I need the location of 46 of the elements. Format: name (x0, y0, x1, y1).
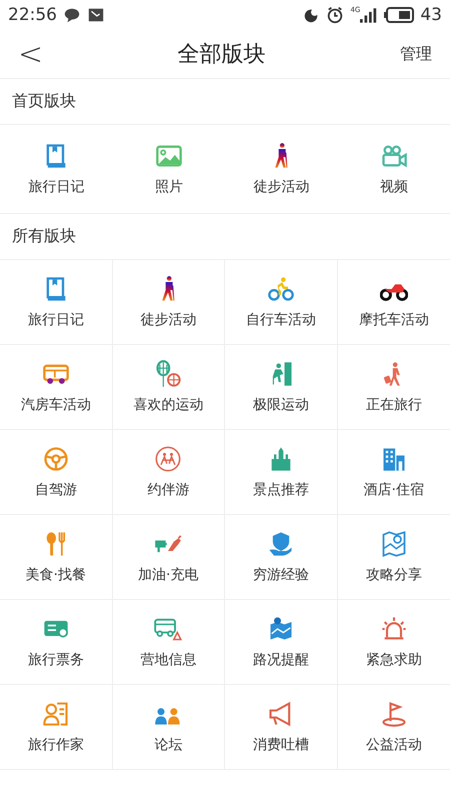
board-item[interactable]: 汽房车活动 (0, 345, 112, 430)
board-item[interactable]: 旅行作家 (0, 685, 112, 770)
racket-ball-icon (154, 360, 182, 388)
board-item[interactable]: 自驾游 (0, 430, 112, 515)
board-item[interactable]: 摩托车活动 (338, 260, 450, 345)
page-title: 全部版块 (178, 41, 266, 69)
back-button[interactable]: < (14, 36, 48, 72)
steering-wheel-icon (42, 445, 70, 473)
board-item[interactable]: 极限运动 (225, 345, 338, 430)
board-item[interactable]: 旅行票务 (0, 600, 112, 685)
board-item[interactable]: 穷游经验 (225, 515, 338, 600)
board-item[interactable]: 紧急求助 (338, 600, 450, 685)
chat-bubble-icon (63, 6, 81, 24)
flag-icon (380, 700, 408, 728)
cyclist-icon (266, 275, 295, 303)
board-item[interactable]: 照片 (112, 125, 225, 213)
manage-button[interactable]: 管理 (396, 40, 436, 68)
board-item[interactable]: 自行车活动 (225, 260, 338, 345)
map-pin-icon (380, 530, 408, 558)
person-list-icon (42, 700, 70, 728)
board-item[interactable]: 消费吐槽 (225, 685, 338, 770)
board-item[interactable]: 喜欢的运动 (112, 345, 225, 430)
board-item[interactable]: 路况提醒 (225, 600, 338, 685)
board-item[interactable]: 攻略分享 (338, 515, 450, 600)
board-item[interactable]: 正在旅行 (338, 345, 450, 430)
board-item[interactable]: 徒步活动 (225, 125, 338, 213)
board-item[interactable]: 美食·找餐 (0, 515, 112, 600)
section-title: 首页版块 (0, 79, 450, 125)
walking-people-icon (154, 445, 182, 473)
board-item[interactable]: 视频 (338, 125, 450, 213)
board-item[interactable]: 营地信息 (112, 600, 225, 685)
board-item[interactable]: 旅行日记 (0, 260, 112, 345)
board-item[interactable]: 旅行日记 (0, 125, 112, 213)
battery-level: 43 (420, 5, 442, 25)
board-item[interactable]: 公益活动 (338, 685, 450, 770)
board-item[interactable]: 酒店·住宿 (338, 430, 450, 515)
board-item[interactable]: 景点推荐 (225, 430, 338, 515)
board-item[interactable]: 加油·充电 (112, 515, 225, 600)
alarm-icon (326, 6, 344, 24)
signal-icon (360, 8, 378, 22)
section-title: 所有版块 (0, 214, 450, 260)
board-item[interactable]: 论坛 (112, 685, 225, 770)
board-item[interactable]: 徒步活动 (112, 260, 225, 345)
status-time: 22:56 (8, 5, 57, 25)
battery-icon (384, 7, 414, 23)
board-item[interactable]: 约伴游 (112, 430, 225, 515)
